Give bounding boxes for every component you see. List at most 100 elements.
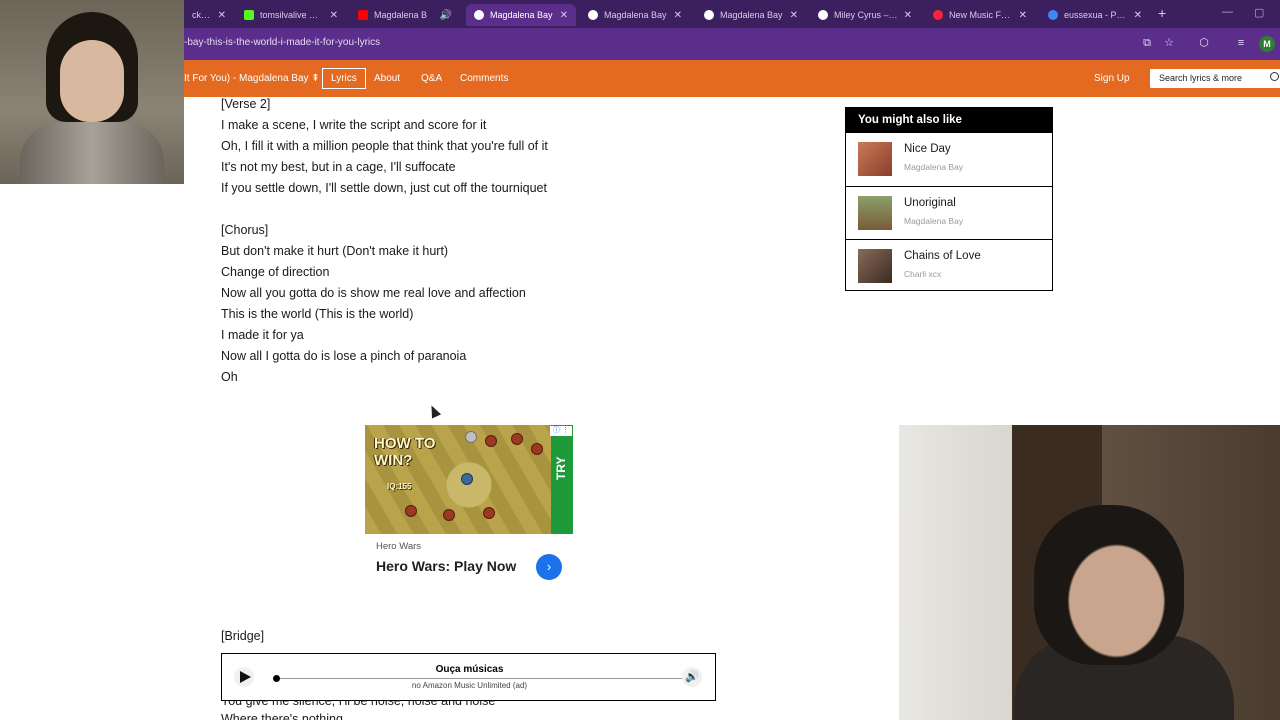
lyric-line: But don't make it hurt (Don't make it hu… <box>221 244 449 258</box>
tab-label: Magdalena Bay <box>720 10 783 20</box>
recommendation-item[interactable]: Unoriginal Magdalena Bay <box>846 186 1052 239</box>
recommendation-artist: Charli xcx <box>904 269 942 279</box>
browser-tab[interactable]: ck Da ✕ <box>184 4 234 26</box>
close-icon[interactable]: ✕ <box>324 10 338 21</box>
nav-qa[interactable]: Q&A <box>421 73 442 84</box>
close-icon[interactable]: ✕ <box>1013 10 1027 21</box>
section-label-bridge: [Bridge] <box>221 629 265 643</box>
lyric-line: Oh <box>221 370 238 384</box>
recommendation-artist: Magdalena Bay <box>904 162 964 172</box>
genius-favicon-icon <box>588 10 598 20</box>
tab-label: Magdalena Bay <box>490 10 553 20</box>
search-icon[interactable] <box>1270 72 1279 81</box>
tab-label: New Music Friday <box>949 10 1013 20</box>
close-icon[interactable]: ✕ <box>898 10 912 21</box>
close-icon[interactable]: ✕ <box>212 10 226 21</box>
browser-tab[interactable]: Magdalena Bay ✕ <box>696 4 806 26</box>
recommendation-artist: Magdalena Bay <box>904 216 964 226</box>
lyric-line: This is the world (This is the world) <box>221 307 414 321</box>
enemy-unit-icon <box>511 433 523 445</box>
player-title: Ouça músicas <box>435 664 504 675</box>
lyric-line: I made it for ya <box>221 328 304 342</box>
ad-try-label: TRY <box>554 456 568 480</box>
tab-label: Magdalena Bay <box>604 10 667 20</box>
browser-tab-active[interactable]: Magdalena Bay ✕ <box>466 4 576 26</box>
minimize-icon[interactable]: — <box>1222 6 1233 18</box>
ad-choices-icon[interactable]: ⓘ ⋮ <box>550 426 572 436</box>
recommendations-panel: You might also like Nice Day Magdalena B… <box>845 107 1053 291</box>
browser-tab[interactable]: Magdalena B 🔊 <box>350 4 460 26</box>
webcam-overlay <box>899 425 1280 720</box>
close-icon[interactable]: ✕ <box>668 10 682 21</box>
recommendation-title: Unoriginal <box>904 197 956 209</box>
browser-tab[interactable]: tomsilvalive Strea ✕ <box>236 4 346 26</box>
enemy-unit-icon <box>405 505 417 517</box>
genius-favicon-icon <box>474 10 484 20</box>
mouse-cursor-icon <box>426 403 442 419</box>
genius-favicon-icon <box>704 10 714 20</box>
ad-try-button[interactable]: TRY <box>551 425 573 534</box>
volume-icon[interactable]: 🔊 <box>682 667 702 687</box>
chevron-right-icon[interactable]: › <box>536 554 562 580</box>
recommendation-item[interactable]: Nice Day Magdalena Bay <box>846 133 1052 186</box>
maximize-icon[interactable]: ▢ <box>1254 6 1264 19</box>
translate-icon[interactable]: ⧉ <box>1139 35 1155 51</box>
portrait-armor <box>20 122 164 184</box>
lyric-line: [Chorus] <box>221 223 269 237</box>
song-title-crumb[interactable]: It For You) - Magdalena Bay ⇞ <box>184 73 320 84</box>
album-art <box>858 196 892 230</box>
ad-advertiser[interactable]: Hero Wars <box>376 541 421 552</box>
apple-music-favicon-icon <box>933 10 943 20</box>
lyric-line: Now all I gotta do is lose a pinch of pa… <box>221 349 467 363</box>
tab-label: Miley Cyrus – Dre <box>834 10 898 20</box>
nav-lyrics[interactable]: Lyrics <box>322 68 366 89</box>
profile-avatar[interactable]: M <box>1259 36 1275 52</box>
close-icon[interactable]: ✕ <box>784 10 798 21</box>
browser-tab[interactable]: Miley Cyrus – Dre ✕ <box>810 4 920 26</box>
lyric-line: Oh, I fill it with a million people that… <box>221 139 548 153</box>
lyric-line: It's not my best, but in a cage, I'll su… <box>221 160 456 174</box>
url-field[interactable]: -bay-this-is-the-world-i-made-it-for-you… <box>184 37 380 48</box>
lyric-line: I make a scene, I write the script and s… <box>221 118 487 132</box>
portrait-face <box>60 40 124 122</box>
progress-track[interactable] <box>274 678 684 679</box>
close-icon[interactable]: ✕ <box>554 10 568 21</box>
lyric-line: [Verse 2] <box>221 97 271 111</box>
address-bar: -bay-this-is-the-world-i-made-it-for-you… <box>0 28 1280 60</box>
shield-icon <box>465 431 477 443</box>
enemy-unit-icon <box>483 507 495 519</box>
enemy-unit-icon <box>443 509 455 521</box>
tab-label: eussexua - Pesqu <box>1064 10 1128 20</box>
ad-creative[interactable]: HOW TO WIN? IQ:155 TRY <box>365 425 573 534</box>
browser-tab[interactable]: Magdalena Bay ✕ <box>580 4 690 26</box>
browser-tab-bar: ck Da ✕ tomsilvalive Strea ✕ Magdalena B… <box>0 0 1280 28</box>
speaker-icon[interactable]: 🔊 <box>434 10 452 21</box>
sign-up-link[interactable]: Sign Up <box>1094 73 1130 84</box>
browser-tab[interactable]: New Music Friday ✕ <box>925 4 1035 26</box>
site-nav: It For You) - Magdalena Bay ⇞ Lyrics Abo… <box>0 60 1280 97</box>
enemy-unit-icon <box>531 443 543 455</box>
search-input[interactable]: Search lyrics & more <box>1150 69 1280 88</box>
webcam-person-head <box>1034 505 1184 665</box>
recommendations-title: You might also like <box>846 108 1052 133</box>
tab-label: tomsilvalive Strea <box>260 10 324 20</box>
new-tab-icon[interactable]: + <box>1158 5 1166 21</box>
lyric-line: Now all you gotta do is show me real lov… <box>221 286 526 300</box>
google-favicon-icon <box>1048 10 1058 20</box>
recommendation-item[interactable]: Chains of Love Charli xcx <box>846 239 1052 292</box>
close-icon[interactable]: ✕ <box>1128 10 1142 21</box>
ad-headline[interactable]: Hero Wars: Play Now <box>376 558 516 574</box>
star-icon[interactable]: ☆ <box>1161 35 1177 51</box>
player-subtitle: no Amazon Music Unlimited (ad) <box>411 681 528 690</box>
portrait-overlay <box>0 0 184 184</box>
genius-favicon-icon <box>818 10 828 20</box>
nav-about[interactable]: About <box>374 73 400 84</box>
music-player: Ouça músicas no Amazon Music Unlimited (… <box>221 653 716 701</box>
extensions-icon[interactable]: ⬡ <box>1196 35 1212 51</box>
media-icon[interactable]: ≡ <box>1233 35 1249 51</box>
lyric-line: If you settle down, I'll settle down, ju… <box>221 181 547 195</box>
hero-unit-icon <box>461 473 473 485</box>
browser-tab[interactable]: eussexua - Pesqu ✕ <box>1040 4 1150 26</box>
recommendation-title: Nice Day <box>904 143 951 155</box>
nav-comments[interactable]: Comments <box>460 73 508 84</box>
